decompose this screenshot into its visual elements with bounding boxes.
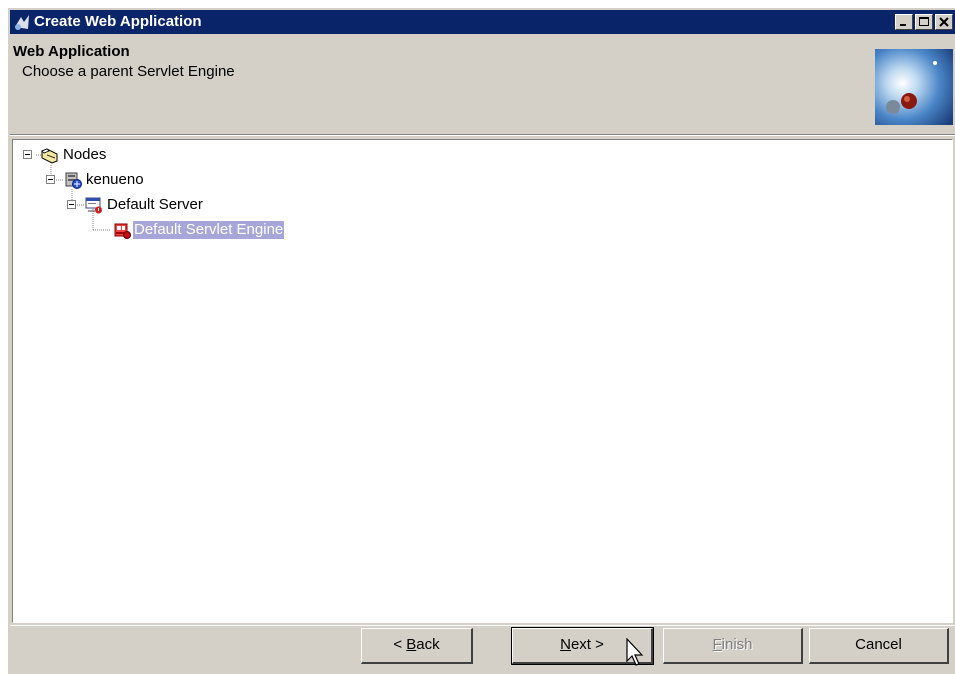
- tree-node-default-servlet-engine[interactable]: Default Servlet Engine: [13, 220, 413, 240]
- header-divider-highlight: [10, 135, 955, 136]
- wizard-header: Web Application Choose a parent Servlet …: [10, 34, 955, 134]
- cancel-button[interactable]: Cancel: [809, 628, 949, 664]
- tree-node-label: Nodes: [63, 146, 107, 163]
- application-server-icon: [85, 197, 102, 214]
- minimize-icon: [900, 24, 906, 26]
- page-title: Web Application: [13, 43, 130, 60]
- maximize-icon: [919, 17, 929, 26]
- back-button-mnemonic: B: [406, 636, 417, 653]
- wizard-banner-image: [875, 49, 953, 125]
- title-bar[interactable]: Create Web Application: [10, 10, 955, 34]
- next-button-label: ext >: [570, 636, 604, 653]
- next-button-mnemonic: N: [560, 636, 571, 653]
- tree-node-nodes[interactable]: Nodes: [13, 145, 213, 165]
- window-title: Create Web Application: [34, 13, 202, 30]
- back-button-label: ack: [416, 636, 440, 653]
- app-icon: [13, 13, 31, 31]
- finish-button-label: inish: [721, 636, 753, 653]
- folder-icon: [41, 148, 58, 164]
- maximize-button[interactable]: [915, 14, 933, 30]
- node-server-icon: [65, 172, 82, 189]
- close-button[interactable]: [935, 14, 953, 30]
- create-web-application-dialog: Create Web Application Web Application C…: [8, 8, 955, 674]
- mouse-pointer-icon: [626, 638, 644, 666]
- servlet-engine-icon: [114, 223, 131, 239]
- tree-node-kenueno[interactable]: kenueno: [13, 170, 213, 190]
- footer-divider: [10, 625, 955, 626]
- close-icon: [939, 17, 949, 27]
- finish-button-mnemonic: F: [712, 636, 722, 653]
- collapse-toggle-icon[interactable]: [23, 150, 32, 159]
- back-button[interactable]: < Back: [361, 628, 473, 664]
- collapse-toggle-icon[interactable]: [46, 175, 55, 184]
- cancel-button-label: Cancel: [855, 636, 902, 653]
- tree-node-label: Default Servlet Engine: [133, 221, 285, 239]
- page-subtitle: Choose a parent Servlet Engine: [22, 63, 235, 80]
- minimize-button[interactable]: [895, 14, 913, 30]
- collapse-toggle-icon[interactable]: [67, 200, 76, 209]
- tree-node-label: Default Server: [107, 196, 203, 213]
- servlet-engine-tree[interactable]: Nodes kenueno Default Server Default Ser…: [12, 139, 953, 623]
- back-button-prefix: <: [393, 636, 407, 653]
- tree-node-default-server[interactable]: Default Server: [13, 195, 313, 215]
- tree-node-label: kenueno: [86, 171, 144, 188]
- finish-button[interactable]: Finish: [663, 628, 803, 664]
